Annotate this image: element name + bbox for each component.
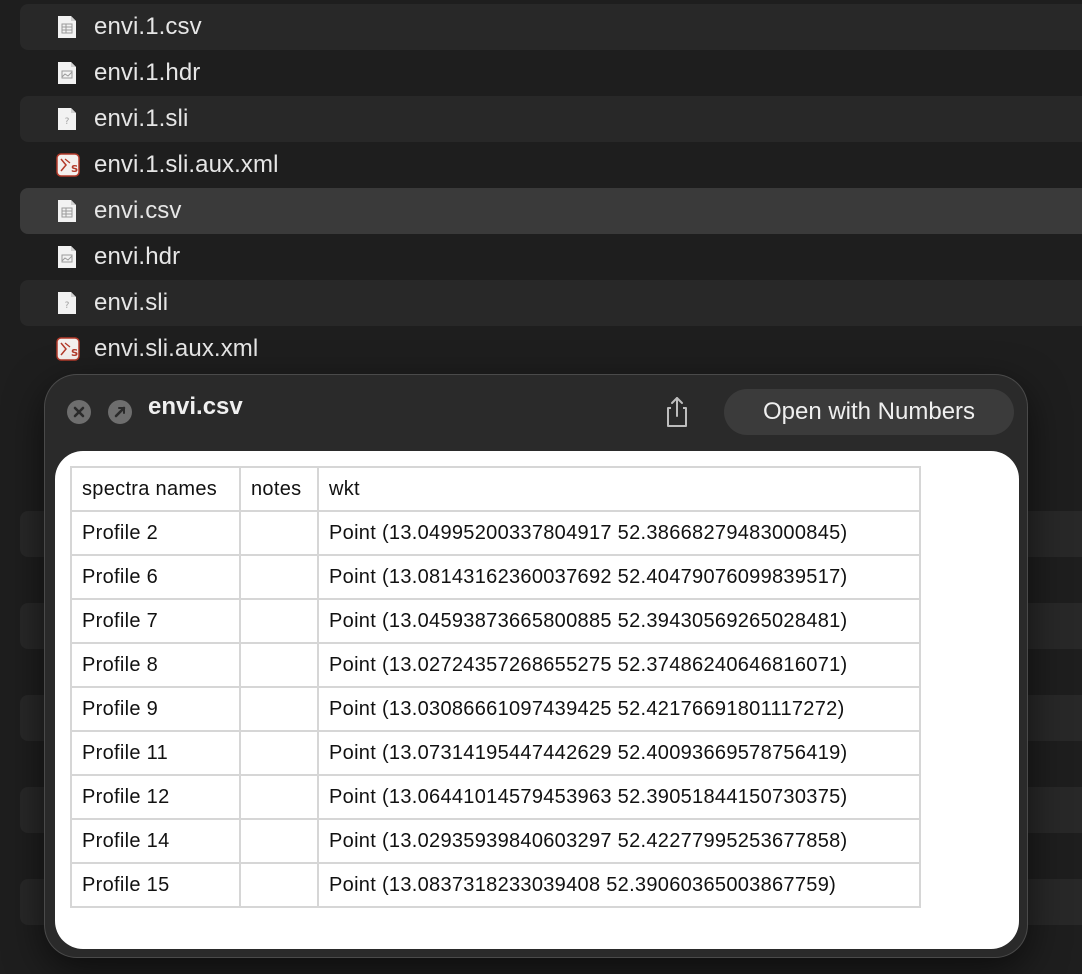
table-row: Profile 6 Point (13.08143162360037692 52.…: [70, 554, 921, 600]
generic-file-icon: ?: [56, 107, 78, 131]
qgis-xml-file-icon: S: [56, 337, 80, 361]
table-header-cell: spectra names: [70, 466, 241, 512]
table-header-cell: notes: [239, 466, 319, 512]
csv-preview: spectra names notes wkt Profile 2 Point (13.…: [55, 451, 1019, 949]
file-name: envi.1.csv: [94, 13, 202, 40]
table-cell: Profile 15: [70, 862, 241, 908]
table-cell: Point (13.03086661097439425 52.421766918…: [317, 686, 921, 732]
table-header-row: spectra names notes wkt: [70, 466, 921, 512]
table-cell: Point (13.08143162360037692 52.404790760…: [317, 554, 921, 600]
file-name: envi.1.hdr: [94, 59, 201, 86]
table-row: Profile 11 Point (13.07314195447442629 52…: [70, 730, 921, 776]
table-cell: [239, 862, 319, 908]
file-row[interactable]: ? envi.1.sli: [20, 96, 1082, 142]
table-cell: Profile 7: [70, 598, 241, 644]
file-name: envi.csv: [94, 197, 182, 224]
table-cell: Profile 14: [70, 818, 241, 864]
table-cell: [239, 510, 319, 556]
file-name: envi.hdr: [94, 243, 181, 270]
table-cell: Point (13.02935939840603297 52.422779952…: [317, 818, 921, 864]
fullscreen-icon[interactable]: [108, 400, 132, 424]
table-cell: Profile 11: [70, 730, 241, 776]
svg-text:?: ?: [65, 117, 70, 127]
file-name: envi.1.sli: [94, 105, 189, 132]
generic-file-icon: ?: [56, 291, 78, 315]
table-cell: Point (13.07314195447442629 52.400936695…: [317, 730, 921, 776]
table-cell: Point (13.04995200337804917 52.386682794…: [317, 510, 921, 556]
image-file-icon: [56, 61, 78, 85]
file-row[interactable]: envi.1.hdr: [20, 50, 1082, 96]
qgis-xml-file-icon: S: [56, 153, 80, 177]
table-row: Profile 8 Point (13.02724357268655275 52.…: [70, 642, 921, 688]
table-cell: [239, 818, 319, 864]
image-file-icon: [56, 245, 78, 269]
table-cell: [239, 730, 319, 776]
table-row: Profile 12 Point (13.06441014579453963 52…: [70, 774, 921, 820]
svg-text:?: ?: [65, 301, 70, 311]
table-cell: Point (13.02724357268655275 52.374862406…: [317, 642, 921, 688]
table-cell: Point (13.06441014579453963 52.390518441…: [317, 774, 921, 820]
table-row: Profile 2 Point (13.04995200337804917 52.…: [70, 510, 921, 556]
quicklook-panel: envi.csv Open with Numbers spectra names…: [45, 375, 1027, 957]
table-cell: [239, 642, 319, 688]
table-row: Profile 7 Point (13.04593873665800885 52.…: [70, 598, 921, 644]
table-cell: Profile 6: [70, 554, 241, 600]
table-header-cell: wkt: [317, 466, 921, 512]
table-cell: Profile 8: [70, 642, 241, 688]
file-name: envi.sli: [94, 289, 169, 316]
table-cell: Profile 2: [70, 510, 241, 556]
table-row: Profile 9 Point (13.03086661097439425 52.…: [70, 686, 921, 732]
file-row[interactable]: Senvi.sli.aux.xml: [20, 326, 1082, 372]
file-name: envi.1.sli.aux.xml: [94, 151, 279, 178]
table-row: Profile 15 Point (13.0837318233039408 52.…: [70, 862, 921, 908]
table-cell: [239, 774, 319, 820]
file-row[interactable]: envi.csv: [20, 188, 1082, 234]
table-cell: Point (13.0837318233039408 52.3906036500…: [317, 862, 921, 908]
file-row[interactable]: Senvi.1.sli.aux.xml: [20, 142, 1082, 188]
file-row[interactable]: envi.1.csv: [20, 4, 1082, 50]
table-cell: Profile 9: [70, 686, 241, 732]
csv-table: spectra names notes wkt Profile 2 Point (13.…: [70, 466, 921, 908]
close-icon[interactable]: [67, 400, 91, 424]
table-cell: Point (13.04593873665800885 52.394305692…: [317, 598, 921, 644]
table-row: Profile 14 Point (13.02935939840603297 52…: [70, 818, 921, 864]
csv-file-icon: [56, 199, 78, 223]
csv-file-icon: [56, 15, 78, 39]
table-cell: [239, 554, 319, 600]
table-cell: [239, 598, 319, 644]
share-icon[interactable]: [661, 395, 693, 429]
quicklook-title: envi.csv: [148, 393, 243, 420]
svg-text:S: S: [71, 348, 78, 359]
file-name: envi.sli.aux.xml: [94, 335, 259, 362]
table-cell: [239, 686, 319, 732]
svg-text:S: S: [71, 164, 78, 175]
file-row[interactable]: envi.hdr: [20, 234, 1082, 280]
open-with-numbers-button[interactable]: Open with Numbers: [724, 389, 1014, 435]
table-cell: Profile 12: [70, 774, 241, 820]
file-row[interactable]: ? envi.sli: [20, 280, 1082, 326]
